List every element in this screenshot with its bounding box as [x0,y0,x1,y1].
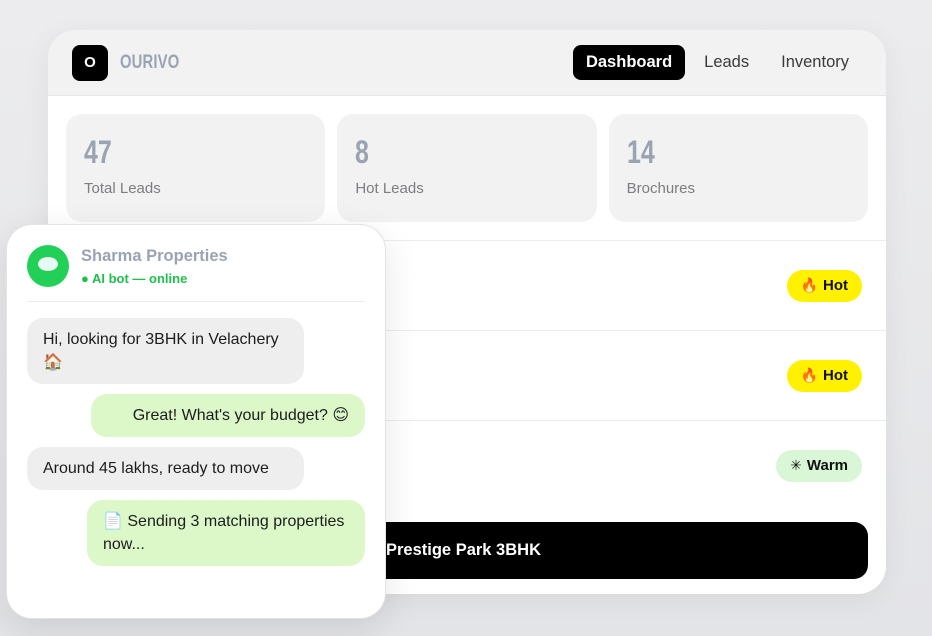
badge-label: Hot [823,367,848,384]
brand-name: OURIVO [120,51,180,73]
main-nav: Dashboard Leads Inventory [572,45,862,80]
stat-label: Hot Leads [355,180,424,197]
lead-status-badge: ✳ Warm [776,449,862,482]
fire-icon: 🔥 [800,277,818,293]
stat-card-brochures[interactable]: 14 Brochures [608,114,868,222]
message-incoming: Around 45 lakhs, ready to move [27,447,304,490]
chat-card: Sharma Properties ● AI bot — online Hi, … [6,224,386,619]
stat-value: 8 [355,134,370,170]
stat-label: Total Leads [84,180,161,197]
lead-status-badge: 🔥 Hot [786,269,862,302]
chat-bubble-icon [37,256,59,277]
nav-dashboard[interactable]: Dashboard [572,45,686,80]
stat-card-hot-leads[interactable]: 8 Hot Leads [337,114,597,222]
chat-status: ● AI bot — online [81,270,188,286]
chat-header: Sharma Properties ● AI bot — online [27,245,365,302]
message-incoming: Hi, looking for 3BHK in Velachery 🏠 [27,318,304,384]
badge-label: Hot [823,277,848,294]
stat-value: 47 [84,134,112,170]
stat-card-total-leads[interactable]: 47 Total Leads [66,114,326,222]
nav-inventory[interactable]: Inventory [768,45,862,80]
stat-label: Brochures [626,180,696,197]
lead-status-badge: 🔥 Hot [786,359,862,392]
nav-leads[interactable]: Leads [691,45,762,80]
stat-value: 14 [626,134,655,170]
chat-contact-name: Sharma Properties [81,246,228,265]
top-bar: O OURIVO Dashboard Leads Inventory [48,30,886,96]
snowflake-icon: ✳ [790,457,802,473]
message-outgoing: 📄 Sending 3 matching properties now... [87,500,365,566]
message-outgoing: Great! What's your budget? 😊 [91,394,365,437]
fire-icon: 🔥 [800,367,818,383]
avatar [27,245,69,287]
logo-badge: O [72,44,108,81]
badge-label: Warm [806,457,848,474]
stats-row: 47 Total Leads 8 Hot Leads 14 Brochures [48,96,886,222]
